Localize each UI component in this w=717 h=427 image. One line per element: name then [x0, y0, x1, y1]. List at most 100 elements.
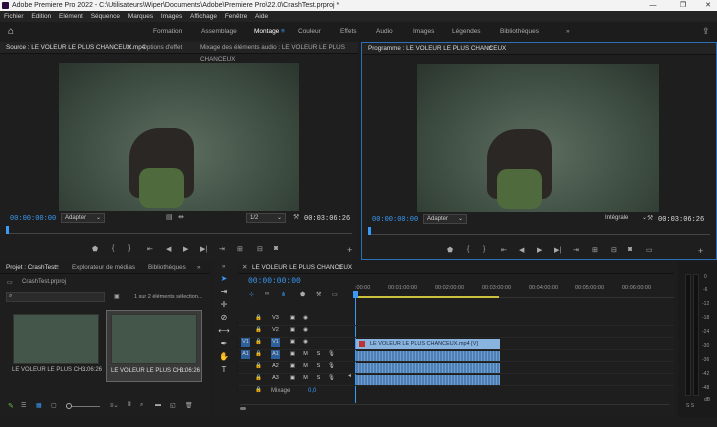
type-tool-icon[interactable]: T	[218, 364, 230, 376]
microphone-icon[interactable]: 🎙	[327, 362, 336, 371]
program-fit-select[interactable]: Adapter ⌄	[423, 214, 467, 224]
new-item-icon[interactable]: ◱	[170, 402, 176, 409]
insert-clip-icon[interactable]: ⊞	[237, 245, 243, 253]
tab-project-menu-icon[interactable]: ≡	[55, 262, 59, 274]
solo-button[interactable]: S	[314, 374, 323, 383]
marker-icon[interactable]: ⬟	[92, 245, 98, 253]
source-res-select[interactable]: 1/2 ⌄	[246, 213, 286, 223]
microphone-icon[interactable]: 🎙	[327, 350, 336, 359]
audio-clip[interactable]	[356, 351, 500, 361]
marker-icon[interactable]: ⬟	[300, 291, 305, 298]
extract-icon[interactable]: ⊟	[611, 246, 617, 254]
wrench-icon[interactable]: ⚒	[647, 214, 653, 222]
workspace-images[interactable]: Images	[413, 22, 434, 41]
mark-in-icon[interactable]: {	[467, 246, 469, 253]
camera-icon[interactable]: ◙	[628, 246, 632, 253]
audio-clip[interactable]	[356, 375, 500, 385]
close-tab-icon[interactable]: ✕	[242, 262, 247, 274]
program-timecode[interactable]: 00:00:00:00	[372, 216, 418, 224]
timeline-playhead[interactable]	[353, 291, 358, 298]
close-icon[interactable]: ✕	[699, 0, 717, 11]
lock-icon[interactable]: 🔒	[254, 350, 263, 359]
menu-element[interactable]: Elément	[59, 13, 83, 20]
lock-icon[interactable]: 🔒	[254, 314, 263, 323]
tools-collapse-icon[interactable]: »	[222, 264, 225, 270]
linked-selection-icon[interactable]: ∞	[265, 291, 269, 297]
mute-button[interactable]: M	[301, 350, 310, 359]
camera-icon[interactable]: ◙	[274, 245, 278, 252]
solo-button[interactable]: S	[314, 362, 323, 371]
source-patch-v1[interactable]: V1	[241, 338, 250, 347]
automate-icon[interactable]: ⫴	[128, 402, 131, 409]
scrollbar-handle[interactable]	[240, 407, 246, 410]
project-item-name[interactable]: LE VOLEUR LE PLUS CH...	[111, 368, 186, 374]
go-to-out-icon[interactable]: ⇥	[573, 246, 579, 254]
sync-lock-icon[interactable]: ▣	[288, 314, 297, 323]
lift-icon[interactable]: ⊞	[592, 246, 598, 254]
lock-icon[interactable]: 🔒	[254, 362, 263, 371]
tab-program[interactable]: Programme : LE VOLEUR LE PLUS CHANCEUX	[368, 43, 506, 55]
maximize-icon[interactable]: ❐	[674, 0, 692, 11]
lock-icon[interactable]: 🔒	[254, 326, 263, 335]
tab-effect-options[interactable]: Options d'effet	[142, 42, 182, 54]
selection-tool-icon[interactable]: ➤	[218, 273, 230, 285]
source-fit-select[interactable]: Adapter ⌄	[61, 213, 105, 223]
mark-out-icon[interactable]: }	[128, 245, 130, 252]
overwrite-icon[interactable]: ⊟	[257, 245, 263, 253]
solo-button[interactable]: S	[314, 350, 323, 359]
mark-out-icon[interactable]: }	[483, 246, 485, 253]
source-scrubber[interactable]	[6, 226, 352, 234]
menu-fenetre[interactable]: Fenêtre	[225, 13, 247, 20]
lock-icon[interactable]: 🔒	[254, 386, 263, 395]
go-to-in-icon[interactable]: ⇤	[147, 245, 153, 253]
work-area-bar[interactable]	[355, 296, 499, 298]
program-res-select[interactable]: Intégrale ⌄	[602, 214, 650, 224]
menu-aide[interactable]: Aide	[255, 13, 268, 20]
list-view-icon[interactable]: ☰	[21, 402, 26, 409]
track-select-tool-icon[interactable]: ⇥	[218, 286, 230, 298]
workspace-montage[interactable]: Montage	[254, 22, 279, 41]
new-bin-icon[interactable]: ▬	[155, 402, 161, 408]
project-search-input[interactable]: ⌕	[6, 292, 105, 302]
nest-icon[interactable]: ⋔	[281, 291, 286, 298]
menu-images[interactable]: Images	[161, 13, 182, 20]
sync-lock-icon[interactable]: ▣	[288, 362, 297, 371]
wrench-icon[interactable]: ⚒	[293, 213, 299, 221]
settings-icon[interactable]: ▤	[166, 213, 173, 221]
ripple-edit-tool-icon[interactable]: ✛	[218, 299, 230, 311]
mute-button[interactable]: M	[301, 362, 310, 371]
mix-value[interactable]: 0,0	[308, 388, 316, 394]
source-timecode[interactable]: 00:00:00:00	[10, 215, 56, 223]
razor-tool-icon[interactable]: ⊘	[218, 312, 230, 324]
step-back-icon[interactable]: ◀	[166, 245, 171, 253]
marker-icon[interactable]: ⬟	[447, 246, 453, 254]
workspace-formation[interactable]: Formation	[153, 22, 182, 41]
menu-sequence[interactable]: Séquence	[91, 13, 120, 20]
eye-icon[interactable]: ◉	[301, 338, 310, 347]
video-clip[interactable]: LE VOLEUR LE PLUS CHANCEUX.mp4 [V]	[356, 339, 500, 349]
track-label[interactable]: A3	[271, 374, 280, 383]
microphone-icon[interactable]: 🎙	[327, 374, 336, 383]
mark-in-icon[interactable]: {	[112, 245, 114, 252]
more-tabs-icon[interactable]: »	[197, 262, 201, 274]
audio-clip[interactable]	[356, 363, 500, 373]
tab-source-menu-icon[interactable]: ≡	[127, 42, 131, 54]
menu-affichage[interactable]: Affichage	[190, 13, 217, 20]
step-forward-icon[interactable]: ▶|	[200, 245, 207, 253]
source-patch-a1[interactable]: A1	[241, 350, 250, 359]
captions-icon[interactable]: ▭	[332, 291, 338, 298]
zoom-slider-handle[interactable]	[66, 403, 72, 409]
sync-lock-icon[interactable]: ▣	[288, 326, 297, 335]
timeline-timecode[interactable]: 00:00:00:00	[248, 277, 301, 286]
menu-marques[interactable]: Marques	[128, 13, 153, 20]
project-item-thumbnail[interactable]	[13, 314, 99, 364]
snap-icon[interactable]: ⊹	[249, 291, 254, 298]
slip-tool-icon[interactable]: ⟷	[218, 325, 230, 337]
tab-source[interactable]: Source : LE VOLEUR LE PLUS CHANCEUX.mp4	[6, 42, 145, 54]
pen-tool-icon[interactable]: ✒	[218, 338, 230, 350]
track-label[interactable]: V3	[271, 314, 280, 323]
track-label[interactable]: A2	[271, 362, 280, 371]
menu-fichier[interactable]: Fichier	[4, 13, 24, 20]
hand-tool-icon[interactable]: ✋	[218, 351, 230, 363]
zoom-slider[interactable]	[66, 403, 100, 409]
